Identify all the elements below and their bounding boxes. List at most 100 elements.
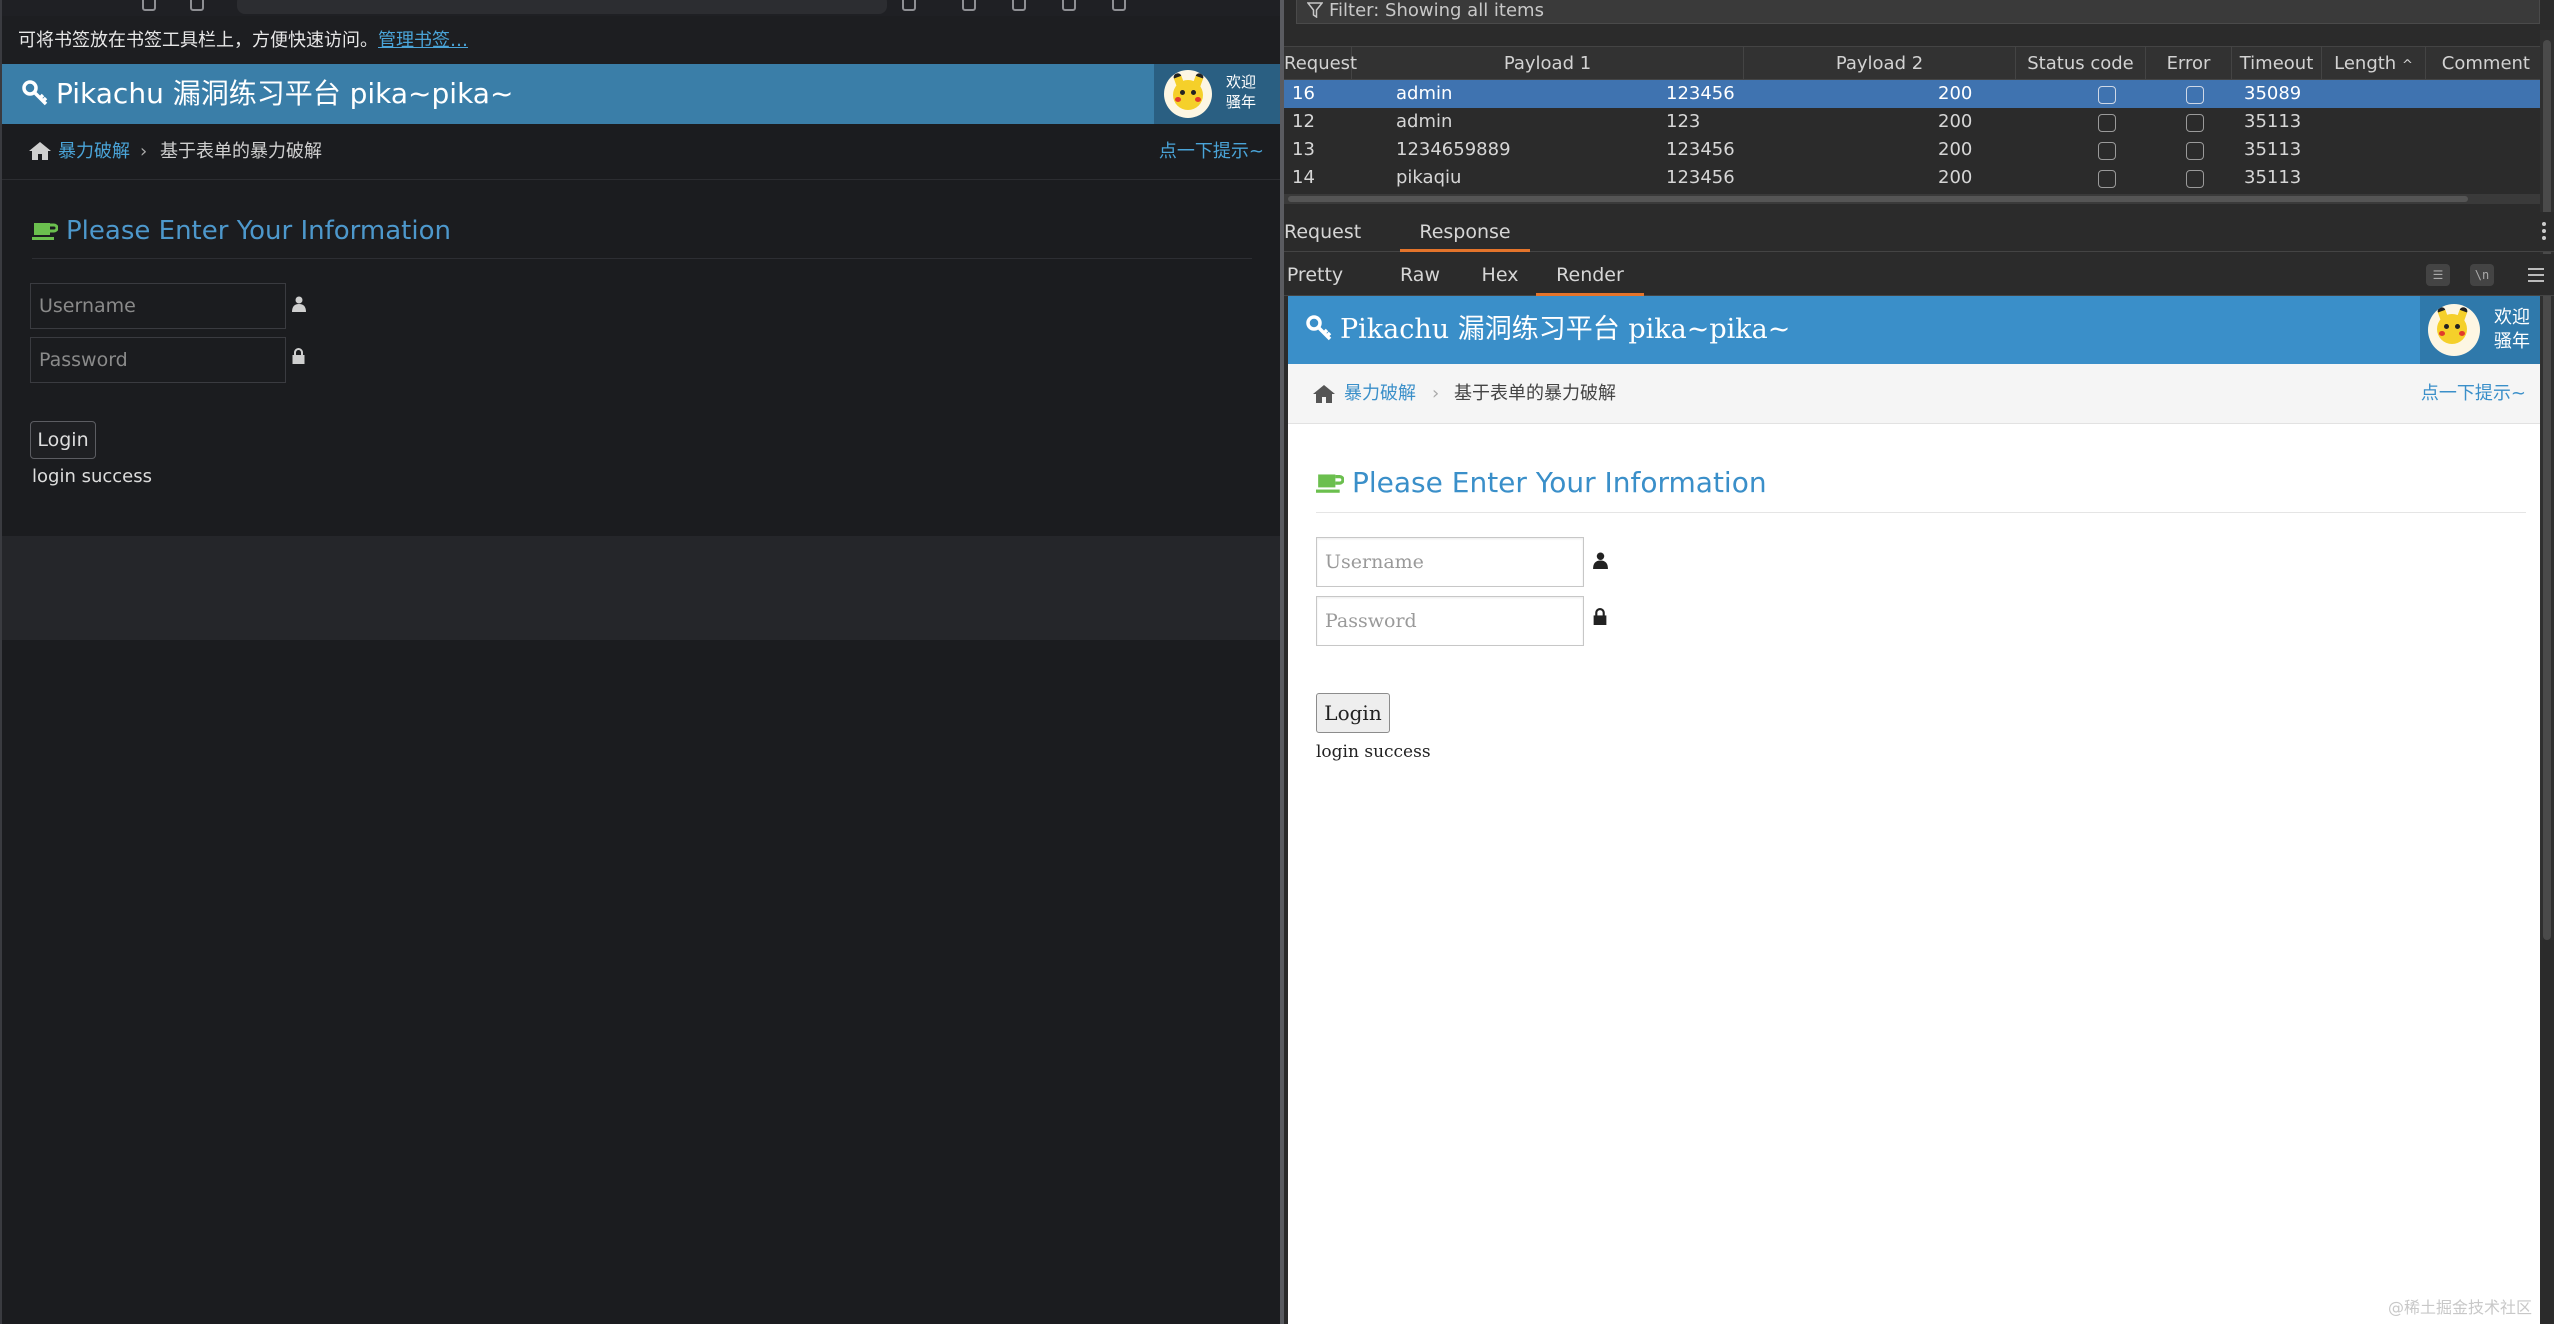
reload-icon[interactable] (142, 0, 156, 11)
screen: 可将书签放在书签工具栏上，方便快速访问。管理书签… Pikachu 漏洞练习平台… (0, 0, 2554, 1324)
timeout-checkbox (2186, 142, 2204, 160)
home-icon[interactable] (190, 0, 204, 11)
tab-response[interactable]: Response (1400, 212, 1530, 252)
column-timeout[interactable]: Timeout (2232, 47, 2322, 80)
cell-status-code: 200 (1938, 83, 1973, 104)
hint-link: 点一下提示~ (2420, 383, 2526, 404)
column-error[interactable]: Error (2146, 47, 2232, 80)
avatar (1164, 70, 1212, 118)
cell-status-code: 200 (1938, 111, 1973, 132)
extension-puzzle-icon[interactable] (1062, 0, 1076, 11)
tab-icon[interactable] (1012, 0, 1026, 11)
table-row[interactable]: 14 pikaqiu 123456 200 35113 (1284, 164, 2540, 192)
rendered-login-button: Login (1316, 693, 1390, 733)
more-options-icon[interactable] (2542, 222, 2546, 243)
welcome-text: 欢迎 骚年 (2494, 306, 2530, 354)
column-length-label: Length (2334, 53, 2397, 74)
address-bar[interactable] (237, 0, 887, 14)
column-status-code[interactable]: Status code (2016, 47, 2146, 80)
bookmark-toolbar: 可将书签放在书签工具栏上，方便快速访问。管理书签… (2, 16, 1282, 64)
user-menu[interactable]: 欢迎 骚年 (1154, 64, 1282, 124)
timeout-checkbox (2186, 114, 2204, 132)
tab-pretty[interactable]: Pretty (1284, 254, 1346, 296)
hint-link[interactable]: 点一下提示~ (1159, 124, 1264, 180)
tab-request[interactable]: Request (1284, 212, 1361, 252)
column-comment[interactable]: Comment (2426, 47, 2540, 80)
breadcrumb-current: 基于表单的暴力破解 (160, 141, 322, 162)
menu-icon[interactable] (1112, 0, 1126, 11)
user-icon (1593, 552, 1608, 573)
message-tabs: Request Response (1284, 212, 2554, 252)
cell-payload-2: 123456 (1666, 139, 1735, 160)
rendered-password-input: Password (1316, 596, 1584, 646)
bookmark-bar-text: 可将书签放在书签工具栏上，方便快速访问。 (18, 30, 378, 51)
manage-bookmarks-link[interactable]: 管理书签… (378, 30, 468, 51)
username-line: 骚年 (1226, 93, 1257, 111)
error-checkbox (2098, 170, 2116, 188)
extension-icon[interactable] (902, 0, 916, 11)
table-row[interactable]: 16 admin 123456 200 35089 (1284, 80, 2540, 108)
cell-payload-1: admin (1396, 111, 1453, 132)
home-icon[interactable] (28, 141, 52, 165)
cell-status-code: 200 (1938, 167, 1973, 188)
login-result-message: login success (32, 466, 152, 487)
cell-length: 35089 (2244, 83, 2302, 104)
divider (32, 258, 1252, 259)
vertical-scrollbar[interactable] (2540, 30, 2554, 940)
tab-raw[interactable]: Raw (1392, 254, 1448, 296)
username-input[interactable]: Username (30, 283, 286, 329)
cell-length: 35113 (2244, 111, 2302, 132)
rendered-user-menu: 欢迎 骚年 (2420, 296, 2540, 364)
column-payload-1[interactable]: Payload 1 (1352, 47, 1744, 80)
rendered-breadcrumb: 暴力破解 › 基于表单的暴力破解 点一下提示~ (1288, 364, 2540, 424)
cell-request: 16 (1292, 83, 1315, 104)
cell-payload-2: 123456 (1666, 83, 1735, 104)
firefox-account-icon[interactable] (962, 0, 976, 11)
timeout-checkbox (2186, 86, 2204, 104)
column-payload-2[interactable]: Payload 2 (1744, 47, 2016, 80)
table-horizontal-scrollbar[interactable] (1284, 194, 2540, 204)
form-title: Please Enter Your Information (32, 216, 451, 248)
welcome-line: 欢迎 (1226, 73, 1257, 91)
lock-icon (1593, 608, 1607, 629)
burp-intruder-results: Filter: Showing all items Request Payloa… (1284, 0, 2554, 1324)
key-icon (1306, 299, 1332, 367)
watermark: @稀土掘金技术社区 (2387, 1298, 2532, 1317)
coffee-cup-icon (32, 218, 59, 248)
pikachu-header: Pikachu 漏洞练习平台 pika~pika~ 欢迎 骚年 (2, 64, 1282, 124)
coffee-cup-icon (1316, 468, 1345, 501)
welcome-text: 欢迎 骚年 (1226, 72, 1256, 112)
error-checkbox (2098, 142, 2116, 160)
word-wrap-icon[interactable]: ☰ (2426, 264, 2450, 286)
tab-hex[interactable]: Hex (1468, 254, 1532, 296)
rendered-pikachu-header: Pikachu 漏洞练习平台 pika~pika~ 欢迎 骚年 (1288, 296, 2540, 364)
site-title[interactable]: Pikachu 漏洞练习平台 pika~pika~ (22, 64, 513, 124)
password-input[interactable]: Password (30, 337, 286, 383)
breadcrumb-brute-force-link[interactable]: 暴力破解 (58, 124, 130, 180)
form-title-text: Please Enter Your Information (1352, 466, 1767, 499)
cell-payload-2: 123456 (1666, 167, 1735, 188)
avatar (2428, 304, 2480, 356)
page-footer (2, 536, 1282, 640)
login-button[interactable]: Login (30, 421, 96, 459)
render-view: Pikachu 漏洞练习平台 pika~pika~ 欢迎 骚年 暴力破解 › 基… (1284, 296, 2540, 1324)
divider (1316, 512, 2526, 513)
table-row[interactable]: 13 1234659889 123456 200 35113 (1284, 136, 2540, 164)
table-row[interactable]: 12 admin 123 200 35113 (1284, 108, 2540, 136)
breadcrumb-brute-force-link: 暴力破解 (1344, 383, 1416, 404)
tab-render[interactable]: Render (1536, 254, 1644, 296)
column-request[interactable]: Request (1284, 47, 1357, 80)
rendered-site-title: Pikachu 漏洞练习平台 pika~pika~ (1306, 296, 1790, 367)
breadcrumb: 暴力破解 › 基于表单的暴力破解 点一下提示~ (2, 124, 1282, 180)
column-length[interactable]: Length ^ (2322, 47, 2426, 80)
error-checkbox (2098, 114, 2116, 132)
results-table: Request Payload 1 Payload 2 Status code … (1284, 46, 2540, 196)
hamburger-menu-icon[interactable] (2528, 268, 2544, 286)
view-tabs: Pretty Raw Hex Render ☰ \n (1284, 254, 2554, 296)
filter-funnel-icon (1306, 2, 1324, 24)
lock-icon (292, 348, 305, 368)
username-line: 骚年 (2494, 331, 2530, 352)
newline-toggle-icon[interactable]: \n (2470, 264, 2494, 286)
filter-bar[interactable]: Filter: Showing all items (1296, 0, 2540, 24)
login-form: Please Enter Your Information Username P… (2, 180, 1282, 536)
